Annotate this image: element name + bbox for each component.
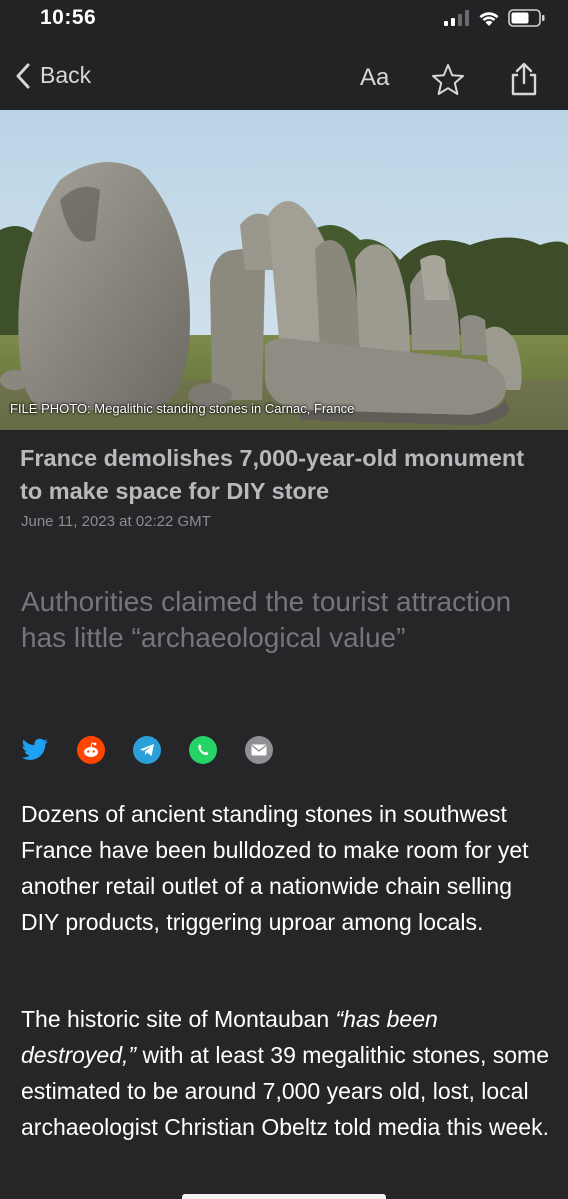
standing-stones-photo <box>0 110 568 430</box>
telegram-icon <box>140 744 154 756</box>
reddit-icon <box>84 742 98 757</box>
email-icon <box>251 744 267 756</box>
hero-image: FILE PHOTO: Megalithic standing stones i… <box>0 110 568 430</box>
star-icon <box>432 64 464 95</box>
text-size-button[interactable]: Aa <box>360 64 389 92</box>
article-paragraph-1: Dozens of ancient standing stones in sou… <box>21 801 529 935</box>
twitter-share-button[interactable] <box>21 736 49 764</box>
battery-icon <box>508 9 545 27</box>
wifi-icon <box>479 11 499 26</box>
status-icons <box>444 9 546 27</box>
twitter-icon <box>21 738 48 760</box>
status-time: 10:56 <box>40 6 97 29</box>
favorite-button[interactable] <box>430 62 466 103</box>
telegram-share-button[interactable] <box>133 736 161 764</box>
status-bar: 10:56 <box>0 0 568 44</box>
nav-bar: Back Aa <box>0 44 568 110</box>
cellular-signal-icon <box>444 10 469 26</box>
back-label: Back <box>40 62 92 88</box>
back-button[interactable]: Back <box>16 62 91 89</box>
article-paragraph-2: The historic site of Montauban “has been… <box>21 1001 551 1145</box>
email-share-button[interactable] <box>245 736 273 764</box>
share-row <box>21 736 301 764</box>
home-indicator <box>182 1194 386 1199</box>
chevron-left-icon <box>16 63 30 88</box>
article-headline: France demolishes 7,000-year-old monumen… <box>20 445 525 504</box>
paragraph-2-text-1: The historic site of Montauban <box>21 1006 336 1032</box>
whatsapp-icon <box>198 744 209 756</box>
photo-caption: FILE PHOTO: Megalithic standing stones i… <box>10 401 355 416</box>
share-icon <box>511 62 537 96</box>
share-button[interactable] <box>508 61 540 102</box>
article-subhead: Authorities claimed the tourist attracti… <box>21 586 512 653</box>
reddit-share-button[interactable] <box>77 736 105 764</box>
whatsapp-share-button[interactable] <box>189 736 217 764</box>
article-date: June 11, 2023 at 02:22 GMT <box>21 513 211 530</box>
